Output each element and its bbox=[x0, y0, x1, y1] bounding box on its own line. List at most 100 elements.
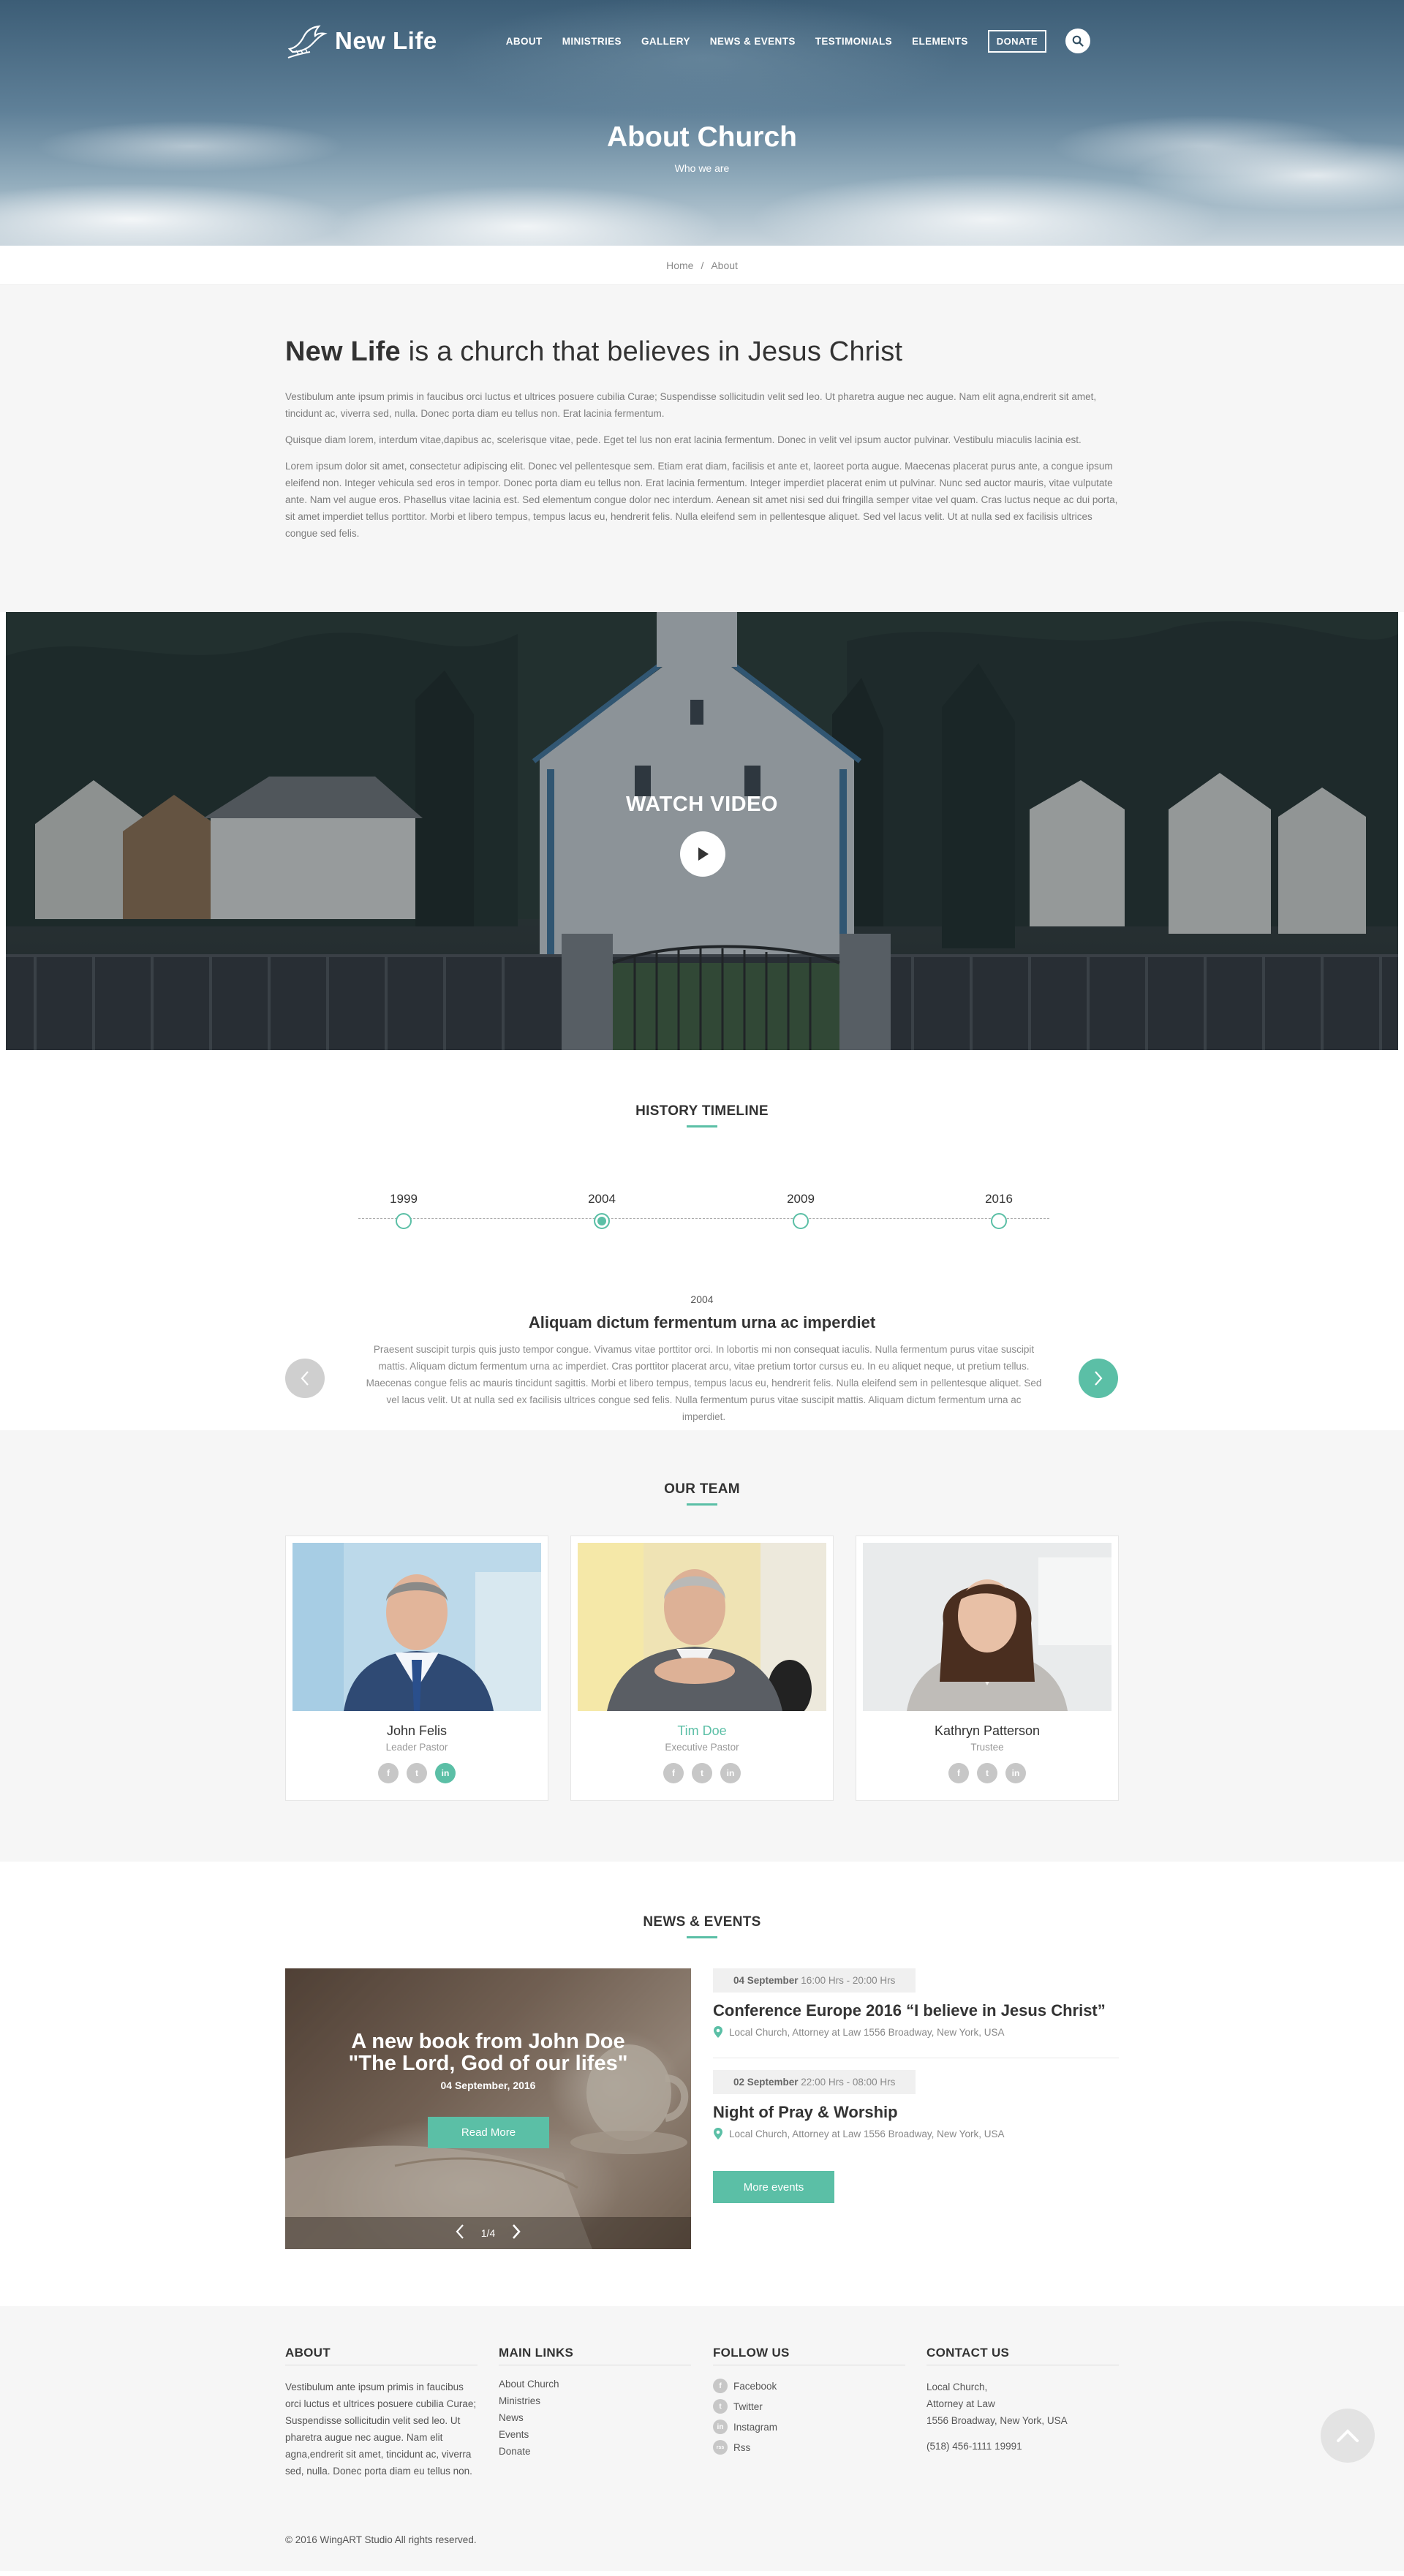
timeline-prev-button[interactable] bbox=[285, 1359, 325, 1398]
timeline-year-label: 2016 bbox=[985, 1192, 1013, 1206]
linkedin-icon[interactable]: in bbox=[720, 1763, 741, 1783]
search-button[interactable] bbox=[1065, 29, 1091, 53]
footer-link-news[interactable]: News bbox=[499, 2412, 524, 2423]
slider-prev-button[interactable] bbox=[455, 2223, 465, 2244]
nav-item-elements[interactable]: ELEMENTS bbox=[912, 36, 968, 47]
footer-link-about-church[interactable]: About Church bbox=[499, 2379, 559, 2390]
footer-about-text: Vestibulum ante ipsum primis in faucibus… bbox=[285, 2382, 477, 2477]
slider-shade bbox=[285, 1968, 691, 2249]
timeline-year-2004[interactable]: 2004 bbox=[573, 1192, 631, 1229]
logo-link[interactable]: New Life bbox=[285, 20, 437, 62]
timeline-year-2009[interactable]: 2009 bbox=[771, 1192, 830, 1229]
footer-link-ministries[interactable]: Ministries bbox=[499, 2395, 540, 2406]
twitter-icon[interactable]: t bbox=[692, 1763, 712, 1783]
scroll-to-top-button[interactable] bbox=[1321, 2409, 1375, 2463]
facebook-icon: f bbox=[713, 2379, 728, 2393]
about-heading-brand: New Life bbox=[285, 336, 401, 367]
team-member-photo bbox=[292, 1543, 541, 1711]
timeline-dot bbox=[396, 1213, 412, 1229]
facebook-icon[interactable]: f bbox=[378, 1763, 399, 1783]
instagram-icon: in bbox=[713, 2420, 728, 2434]
slide-title: A new book from John Doe "The Lord, God … bbox=[285, 2031, 691, 2074]
event-time: 22:00 Hrs - 08:00 Hrs bbox=[798, 2077, 896, 2088]
footer-follow-us: FOLLOW US f Facebook t Twitter in Instagram… bbox=[713, 2346, 905, 2460]
timeline-year-2016[interactable]: 2016 bbox=[970, 1192, 1028, 1229]
event-location-text: Local Church, Attorney at Law 1556 Broad… bbox=[729, 2026, 1005, 2038]
footer-follow-title: FOLLOW US bbox=[713, 2346, 905, 2365]
contact-line-2: Attorney at Law bbox=[926, 2398, 995, 2409]
about-section: New Life is a church that believes in Je… bbox=[0, 285, 1404, 612]
footer-link-twitter[interactable]: Twitter bbox=[733, 2401, 763, 2412]
nav-item-ministries[interactable]: MINISTRIES bbox=[562, 36, 622, 47]
timeline-year-1999[interactable]: 1999 bbox=[374, 1192, 433, 1229]
portrait-image bbox=[863, 1543, 1112, 1711]
timeline-dot-active bbox=[594, 1213, 610, 1229]
team-socials: f t in bbox=[863, 1763, 1112, 1783]
event-time: 16:00 Hrs - 20:00 Hrs bbox=[798, 1975, 896, 1986]
footer-link-facebook[interactable]: Facebook bbox=[733, 2381, 777, 2392]
team-member-name: Kathryn Patterson bbox=[934, 1723, 1041, 1738]
nav-item-about[interactable]: ABOUT bbox=[506, 36, 543, 47]
team-card: Kathryn Patterson Trustee f t in bbox=[856, 1536, 1119, 1801]
about-heading: New Life is a church that believes in Je… bbox=[285, 336, 1119, 368]
copyright: © 2016 WingART Studio All rights reserve… bbox=[285, 2534, 477, 2545]
news-title: NEWS & EVENTS bbox=[0, 1862, 1404, 1938]
timeline-entry-text: Praesent suscipit turpis quis justo temp… bbox=[366, 1344, 1042, 1422]
team-member-name: Tim Doe bbox=[677, 1723, 727, 1738]
twitter-icon[interactable]: t bbox=[407, 1763, 427, 1783]
timeline-next-button[interactable] bbox=[1079, 1359, 1118, 1398]
slide-title-line-2: "The Lord, God of our lifes" bbox=[348, 2052, 628, 2075]
donate-button[interactable]: DONATE bbox=[987, 29, 1047, 53]
footer-link-instagram[interactable]: Instagram bbox=[733, 2422, 777, 2433]
slide-date: 04 September, 2016 bbox=[440, 2080, 536, 2091]
event-location: Local Church, Attorney at Law 1556 Broad… bbox=[713, 2025, 1119, 2039]
twitter-icon[interactable]: t bbox=[977, 1763, 997, 1783]
breadcrumb: Home / About bbox=[0, 246, 1404, 285]
nav-item-gallery[interactable]: GALLERY bbox=[641, 36, 690, 47]
map-pin-icon bbox=[714, 2128, 722, 2139]
footer-link-donate[interactable]: Donate bbox=[499, 2446, 531, 2457]
chevron-left-icon bbox=[301, 1371, 309, 1386]
team-grid: John Felis Leader Pastor f t in Tim Doe … bbox=[285, 1536, 1119, 1801]
footer-contact: CONTACT US Local Church, Attorney at Law… bbox=[926, 2346, 1119, 2455]
footer-link-rss[interactable]: Rss bbox=[733, 2442, 750, 2453]
footer-link-events[interactable]: Events bbox=[499, 2429, 529, 2440]
event-title[interactable]: Night of Pray & Worship bbox=[713, 2103, 1119, 2122]
read-more-button[interactable]: Read More bbox=[428, 2117, 549, 2148]
play-video-button[interactable] bbox=[680, 831, 725, 877]
facebook-icon[interactable]: f bbox=[948, 1763, 969, 1783]
page-subtitle: Who we are bbox=[674, 162, 730, 174]
contact-phone: (518) 456-1111 19991 bbox=[926, 2441, 1022, 2452]
event-title[interactable]: Conference Europe 2016 “I believe in Jes… bbox=[713, 2001, 1119, 2020]
twitter-icon: t bbox=[713, 2399, 728, 2414]
dove-logo-icon bbox=[287, 25, 328, 58]
about-paragraph-3: Lorem ipsum dolor sit amet, consectetur … bbox=[285, 461, 1118, 539]
team-member-role: Executive Pastor bbox=[665, 1742, 739, 1753]
slider-next-button[interactable] bbox=[511, 2223, 521, 2244]
nav-item-news-events[interactable]: NEWS & EVENTS bbox=[710, 36, 796, 47]
history-timeline-section: HISTORY TIMELINE 1999 2004 2009 2016 200… bbox=[0, 1050, 1404, 1430]
linkedin-icon[interactable]: in bbox=[1005, 1763, 1026, 1783]
facebook-icon[interactable]: f bbox=[663, 1763, 684, 1783]
breadcrumb-home[interactable]: Home bbox=[666, 260, 693, 271]
team-socials: f t in bbox=[292, 1763, 541, 1783]
top-navigation-bar: New Life ABOUT MINISTRIES GALLERY NEWS &… bbox=[285, 0, 1119, 82]
play-icon bbox=[698, 847, 709, 861]
footer-contact-title: CONTACT US bbox=[926, 2346, 1119, 2365]
news-slider: A new book from John Doe "The Lord, God … bbox=[285, 1968, 691, 2249]
timeline-line bbox=[358, 1218, 1049, 1219]
linkedin-icon[interactable]: in bbox=[435, 1763, 456, 1783]
team-member-role: Trustee bbox=[970, 1742, 1004, 1753]
slide-title-line-1: A new book from John Doe bbox=[351, 2030, 625, 2053]
search-icon bbox=[1072, 35, 1084, 47]
timeline-year-label: 2009 bbox=[787, 1192, 815, 1206]
more-events-button[interactable]: More events bbox=[713, 2171, 834, 2203]
nav-item-testimonials[interactable]: TESTIMONIALS bbox=[815, 36, 892, 47]
about-paragraph-2: Quisque diam lorem, interdum vitae,dapib… bbox=[285, 434, 1082, 445]
contact-line-3: 1556 Broadway, New York, USA bbox=[926, 2415, 1068, 2426]
team-member-name: John Felis bbox=[386, 1723, 448, 1738]
map-pin-icon bbox=[714, 2026, 722, 2038]
timeline-entry-heading: Aliquam dictum fermentum urna ac imperdi… bbox=[528, 1313, 876, 1332]
team-member-photo bbox=[863, 1543, 1112, 1711]
event-date-day: 04 September bbox=[733, 1975, 799, 1986]
